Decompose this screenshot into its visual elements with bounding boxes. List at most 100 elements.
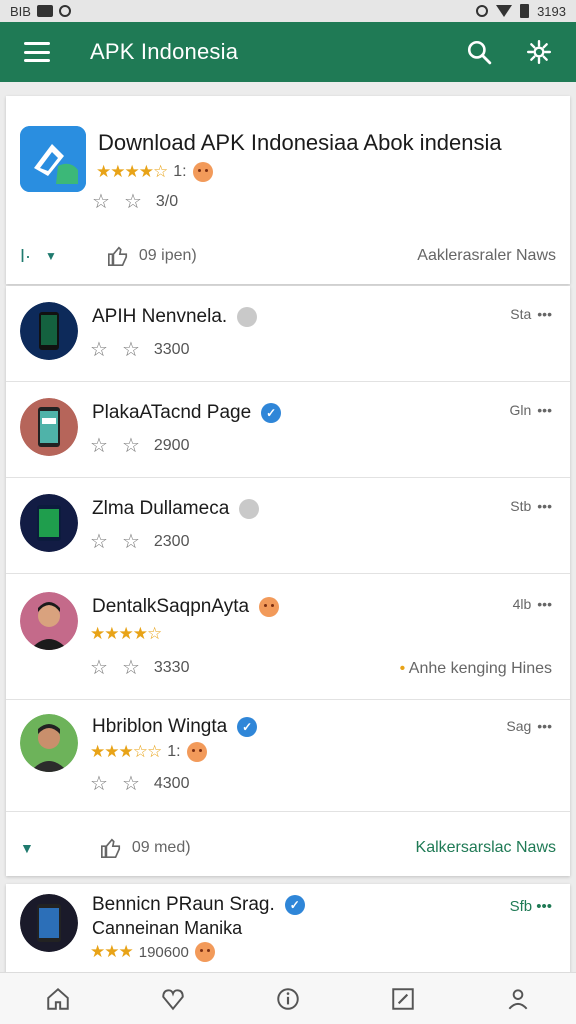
- star-rating-icon: ★★★☆☆: [90, 742, 162, 761]
- item-title: DentalkSaqpnAyta: [92, 596, 250, 617]
- status-clock: 3193: [537, 3, 566, 19]
- item-time[interactable]: Sta •••: [510, 306, 552, 322]
- thumbs-up-outline-icon[interactable]: ☆: [90, 774, 108, 794]
- search-icon[interactable]: [466, 39, 492, 65]
- like-count: 09 ipen): [138, 247, 197, 264]
- item-meta: ☆ ☆ 2900: [90, 436, 189, 456]
- item-title: Bennicn PRaun Srag.: [92, 894, 275, 915]
- more-dots-icon: •••: [537, 596, 552, 612]
- item-rating: ★★★☆☆ 1:: [90, 742, 207, 762]
- item-time-label: Sta: [510, 306, 532, 322]
- list-item[interactable]: Hbriblon Wingta ✓ Sag ••• ★★★☆☆ 1: ☆ ☆ 43…: [6, 700, 570, 812]
- star-rating-icon: ★★★★☆: [96, 162, 168, 181]
- list-item[interactable]: DentalkSaqpnAyta 4lb ••• ★★★★☆ ☆ ☆ 3330 •…: [6, 574, 570, 700]
- item-time[interactable]: Sag •••: [506, 718, 552, 734]
- avatar: [20, 494, 78, 552]
- bottom-nav: [0, 972, 576, 1024]
- star-outline-icon[interactable]: ☆: [122, 532, 140, 552]
- star-outline-icon[interactable]: ☆: [122, 340, 140, 360]
- app-list: APIH Nenvnela. Sta ••• ☆ ☆ 3300 PlakaATac…: [6, 286, 570, 876]
- featured-footer: I· ▼ 09 ipen) Aaklerasraler Naws: [6, 236, 570, 276]
- edit-icon[interactable]: [388, 984, 418, 1014]
- status-time-left: BIB: [10, 3, 31, 19]
- item-name: APIH Nenvnela.: [92, 306, 258, 328]
- wifi-icon: [496, 5, 513, 17]
- avatar: [20, 398, 78, 456]
- item-time[interactable]: Stb •••: [510, 498, 552, 514]
- star-outline-icon[interactable]: ☆: [122, 436, 140, 456]
- settings-notification-icon: [58, 5, 71, 17]
- more-dots-icon: •••: [537, 402, 552, 418]
- avatar: [20, 302, 78, 360]
- footer-left-label: I·: [20, 245, 31, 266]
- item-title: PlakaATacnd Page: [92, 402, 252, 423]
- item-name: Zlma Dullameca: [92, 498, 260, 520]
- verified-badge-icon: ✓: [261, 403, 282, 423]
- list-item[interactable]: Zlma Dullameca Stb ••• ☆ ☆ 2300: [6, 478, 570, 574]
- gear-icon[interactable]: [526, 39, 552, 65]
- item-time-label: Gln: [509, 402, 532, 418]
- star-rating-icon: ★★★★☆: [90, 624, 162, 643]
- like-button[interactable]: 09 med): [100, 837, 191, 859]
- list-source-link[interactable]: Kalkersarslac Naws: [416, 839, 556, 857]
- avatar: [20, 592, 78, 650]
- item-meta-value: 2900: [153, 437, 190, 454]
- item-rating-count: 190600: [138, 943, 189, 961]
- thumbs-up-icon: [100, 838, 120, 858]
- featured-meta-value: 3/0: [155, 193, 179, 210]
- more-dots-icon: •••: [537, 498, 552, 514]
- item-side-link[interactable]: • Anhe kenging Hines: [400, 660, 552, 678]
- expand-toggle[interactable]: I· ▼: [20, 246, 57, 267]
- star-outline-icon[interactable]: ☆: [124, 192, 142, 212]
- emoji-face-icon: [186, 742, 207, 762]
- emoji-face-icon: [259, 597, 280, 617]
- thumbs-up-outline-icon[interactable]: ☆: [90, 340, 108, 360]
- item-meta: ☆ ☆ 4300: [90, 774, 189, 794]
- list-item[interactable]: Bennicn PRaun Srag. ✓ Canneinan Manika ★…: [6, 884, 570, 974]
- emoji-face-icon: [194, 942, 215, 962]
- home-icon[interactable]: [43, 984, 73, 1014]
- apk-logo-icon: [20, 126, 86, 192]
- item-time[interactable]: Sfb •••: [510, 898, 552, 915]
- item-side-label: Anhe kenging Hines: [408, 660, 552, 677]
- battery-icon: [520, 4, 530, 18]
- chevron-down-icon[interactable]: ▼: [20, 840, 34, 856]
- heart-icon[interactable]: [158, 984, 188, 1014]
- profile-icon[interactable]: [503, 984, 533, 1014]
- emoji-face-icon: [192, 162, 213, 182]
- thumbs-up-outline-icon[interactable]: ☆: [90, 532, 108, 552]
- item-name: Hbriblon Wingta ✓: [92, 716, 258, 738]
- verified-badge-icon: ✓: [237, 717, 258, 737]
- gallery-notification-icon: [36, 5, 53, 17]
- thumbs-up-outline-icon[interactable]: ☆: [90, 658, 108, 678]
- status-bar: BIB 3193: [0, 0, 576, 22]
- item-time-label: Sag: [506, 718, 532, 734]
- thumbs-up-outline-icon[interactable]: ☆: [90, 436, 108, 456]
- list-item[interactable]: APIH Nenvnela. Sta ••• ☆ ☆ 3300: [6, 286, 570, 382]
- item-name: PlakaATacnd Page ✓: [92, 402, 282, 424]
- star-outline-icon[interactable]: ☆: [122, 658, 140, 678]
- item-title: Hbriblon Wingta: [92, 716, 228, 737]
- item-rating: ★★★★☆: [90, 624, 162, 644]
- item-title: APIH Nenvnela.: [92, 306, 228, 327]
- hamburger-icon[interactable]: [24, 42, 50, 62]
- featured-title[interactable]: Download APK Indonesiaa Abok indensia: [98, 130, 502, 156]
- item-meta: ☆ ☆ 3300: [90, 340, 189, 360]
- app-bar: APK Indonesia: [0, 22, 576, 82]
- item-meta: ☆ ☆ 2300: [90, 532, 189, 552]
- unverified-badge-icon: [237, 307, 258, 327]
- item-time[interactable]: Gln •••: [509, 402, 552, 418]
- list-item[interactable]: PlakaATacnd Page ✓ Gln ••• ☆ ☆ 2900: [6, 382, 570, 478]
- item-title: Zlma Dullameca: [92, 498, 230, 519]
- thumbs-up-outline-icon[interactable]: ☆: [92, 192, 110, 212]
- like-button[interactable]: 09 ipen): [107, 245, 197, 267]
- app-title: APK Indonesia: [90, 39, 239, 64]
- item-time[interactable]: 4lb •••: [513, 596, 552, 612]
- item-name: DentalkSaqpnAyta: [92, 596, 280, 618]
- featured-source-link[interactable]: Aaklerasraler Naws: [417, 247, 556, 265]
- star-outline-icon[interactable]: ☆: [122, 774, 140, 794]
- item-rating-count: 1:: [167, 743, 181, 760]
- thumbs-up-icon: [107, 246, 127, 266]
- info-icon[interactable]: [273, 984, 303, 1014]
- featured-card[interactable]: Download APK Indonesiaa Abok indensia ★★…: [6, 96, 570, 284]
